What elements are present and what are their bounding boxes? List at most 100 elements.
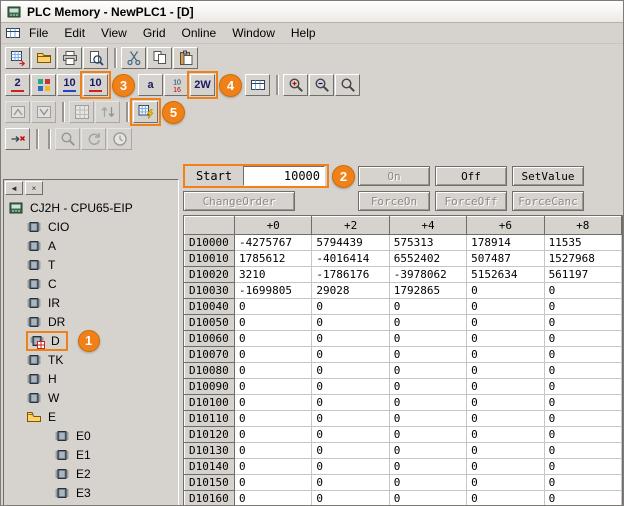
setvalue-button[interactable]: SetValue	[512, 166, 584, 186]
grid-cell[interactable]: 0	[312, 363, 389, 379]
grid-cell[interactable]: 0	[544, 379, 621, 395]
cut-button[interactable]	[121, 47, 146, 69]
grid-cell[interactable]: 0	[544, 283, 621, 299]
grid-cell[interactable]: 0	[235, 475, 312, 491]
tree-item-e2[interactable]: E2	[4, 464, 178, 483]
grid-cell[interactable]: 0	[467, 283, 544, 299]
tree-item-dr[interactable]: DR	[4, 312, 178, 331]
menu-edit[interactable]: Edit	[56, 24, 93, 42]
grid-cell[interactable]: 0	[389, 443, 466, 459]
zoom-reset-button[interactable]	[335, 74, 360, 96]
tree-item-d[interactable]: D1	[4, 331, 178, 350]
tree-item-c[interactable]: C	[4, 274, 178, 293]
grid-cell[interactable]: 0	[312, 379, 389, 395]
menu-online[interactable]: Online	[174, 24, 225, 42]
menu-help[interactable]: Help	[283, 24, 324, 42]
grid-cell[interactable]: 0	[544, 315, 621, 331]
grid-cell[interactable]: 0	[235, 379, 312, 395]
grid-cell[interactable]: 0	[467, 443, 544, 459]
tree-item-e0[interactable]: E0	[4, 426, 178, 445]
row-header[interactable]: D10000	[185, 235, 235, 251]
row-header[interactable]: D10060	[185, 331, 235, 347]
row-header[interactable]: D10040	[185, 299, 235, 315]
grid-cell[interactable]: 0	[467, 379, 544, 395]
grid-cell[interactable]: 561197	[544, 267, 621, 283]
tree-item-ir[interactable]: IR	[4, 293, 178, 312]
tree-item-e3[interactable]: E3	[4, 483, 178, 502]
tree-item-e1[interactable]: E1	[4, 445, 178, 464]
force-cancel-button[interactable]	[5, 128, 30, 150]
grid-cell[interactable]: 0	[467, 395, 544, 411]
force-on-button[interactable]	[5, 101, 30, 123]
copy-button[interactable]	[147, 47, 172, 69]
grid-cell[interactable]: 0	[389, 491, 466, 506]
grid-cell[interactable]: 1527968	[544, 251, 621, 267]
row-header[interactable]: D10080	[185, 363, 235, 379]
menu-file[interactable]: File	[21, 24, 56, 42]
grid-cell[interactable]: 0	[312, 411, 389, 427]
menu-grid[interactable]: Grid	[135, 24, 174, 42]
grid-cell[interactable]: 0	[544, 331, 621, 347]
print-button[interactable]	[57, 47, 82, 69]
row-header[interactable]: D10100	[185, 395, 235, 411]
grid-cell[interactable]: 0	[235, 459, 312, 475]
grid-cell[interactable]: 0	[467, 363, 544, 379]
start-address-input[interactable]	[243, 166, 325, 186]
grid-cell[interactable]: 0	[312, 331, 389, 347]
lo-hi-format-button[interactable]: 1016	[164, 74, 189, 96]
grid-cell[interactable]: -4016414	[312, 251, 389, 267]
grid-cell[interactable]: 0	[312, 491, 389, 506]
transfer-button[interactable]	[5, 47, 30, 69]
grid-cell[interactable]: 0	[389, 331, 466, 347]
grid-cell[interactable]: 0	[544, 363, 621, 379]
grid-cell[interactable]: 0	[389, 379, 466, 395]
grid-cell[interactable]: 0	[389, 347, 466, 363]
grid-cell[interactable]: 5152634	[467, 267, 544, 283]
force-off-button[interactable]	[31, 101, 56, 123]
tree-item-cj2h-cpu65-eip[interactable]: CJ2H - CPU65-EIP	[4, 198, 178, 217]
tree-item-h[interactable]: H	[4, 369, 178, 388]
grid-cell[interactable]: 575313	[389, 235, 466, 251]
grid-cell[interactable]: 0	[389, 427, 466, 443]
row-header[interactable]: D10020	[185, 267, 235, 283]
two-word-format-button[interactable]: 2W	[190, 74, 215, 96]
grid-cell[interactable]: 0	[235, 427, 312, 443]
grid-cell[interactable]: 11535	[544, 235, 621, 251]
tree-item-e[interactable]: E	[4, 407, 178, 426]
row-header[interactable]: D10070	[185, 347, 235, 363]
grid-cell[interactable]: 0	[312, 443, 389, 459]
grid-cell[interactable]: 0	[467, 331, 544, 347]
timer-button[interactable]	[107, 128, 132, 150]
grid-cell[interactable]: 0	[389, 459, 466, 475]
grid-cell[interactable]: 0	[312, 427, 389, 443]
row-header[interactable]: D10140	[185, 459, 235, 475]
grid-cell[interactable]: 0	[235, 491, 312, 506]
paste-button[interactable]	[173, 47, 198, 69]
close-panel-button[interactable]: ×	[25, 181, 43, 195]
find-button[interactable]	[55, 128, 80, 150]
row-header[interactable]: D10120	[185, 427, 235, 443]
open-button[interactable]	[31, 47, 56, 69]
grid-cell[interactable]: 0	[467, 427, 544, 443]
grid-cell[interactable]: 0	[235, 347, 312, 363]
grid-cell[interactable]: 0	[544, 475, 621, 491]
grid-cell[interactable]: 1785612	[235, 251, 312, 267]
monitor-button[interactable]	[133, 101, 158, 123]
signed-decimal-format-button[interactable]: 10	[83, 74, 108, 96]
grid-cell[interactable]: 0	[389, 363, 466, 379]
grid-cell[interactable]: 0	[235, 331, 312, 347]
row-header[interactable]: D10150	[185, 475, 235, 491]
grid-cell[interactable]: 178914	[467, 235, 544, 251]
grid-cell[interactable]: 0	[467, 459, 544, 475]
grid-cell[interactable]: 0	[312, 347, 389, 363]
grid-cell[interactable]: 0	[235, 315, 312, 331]
grid-cell[interactable]: 0	[235, 299, 312, 315]
grid-cell[interactable]: 0	[389, 315, 466, 331]
changeorder-button[interactable]: ChangeOrder	[183, 191, 295, 211]
grid-cell[interactable]: 0	[235, 363, 312, 379]
menu-window[interactable]: Window	[224, 24, 283, 42]
row-header[interactable]: D10030	[185, 283, 235, 299]
grid-cell[interactable]: -3978062	[389, 267, 466, 283]
tree-item-a[interactable]: A	[4, 236, 178, 255]
forcecanc-button[interactable]: ForceCanc	[512, 191, 584, 211]
